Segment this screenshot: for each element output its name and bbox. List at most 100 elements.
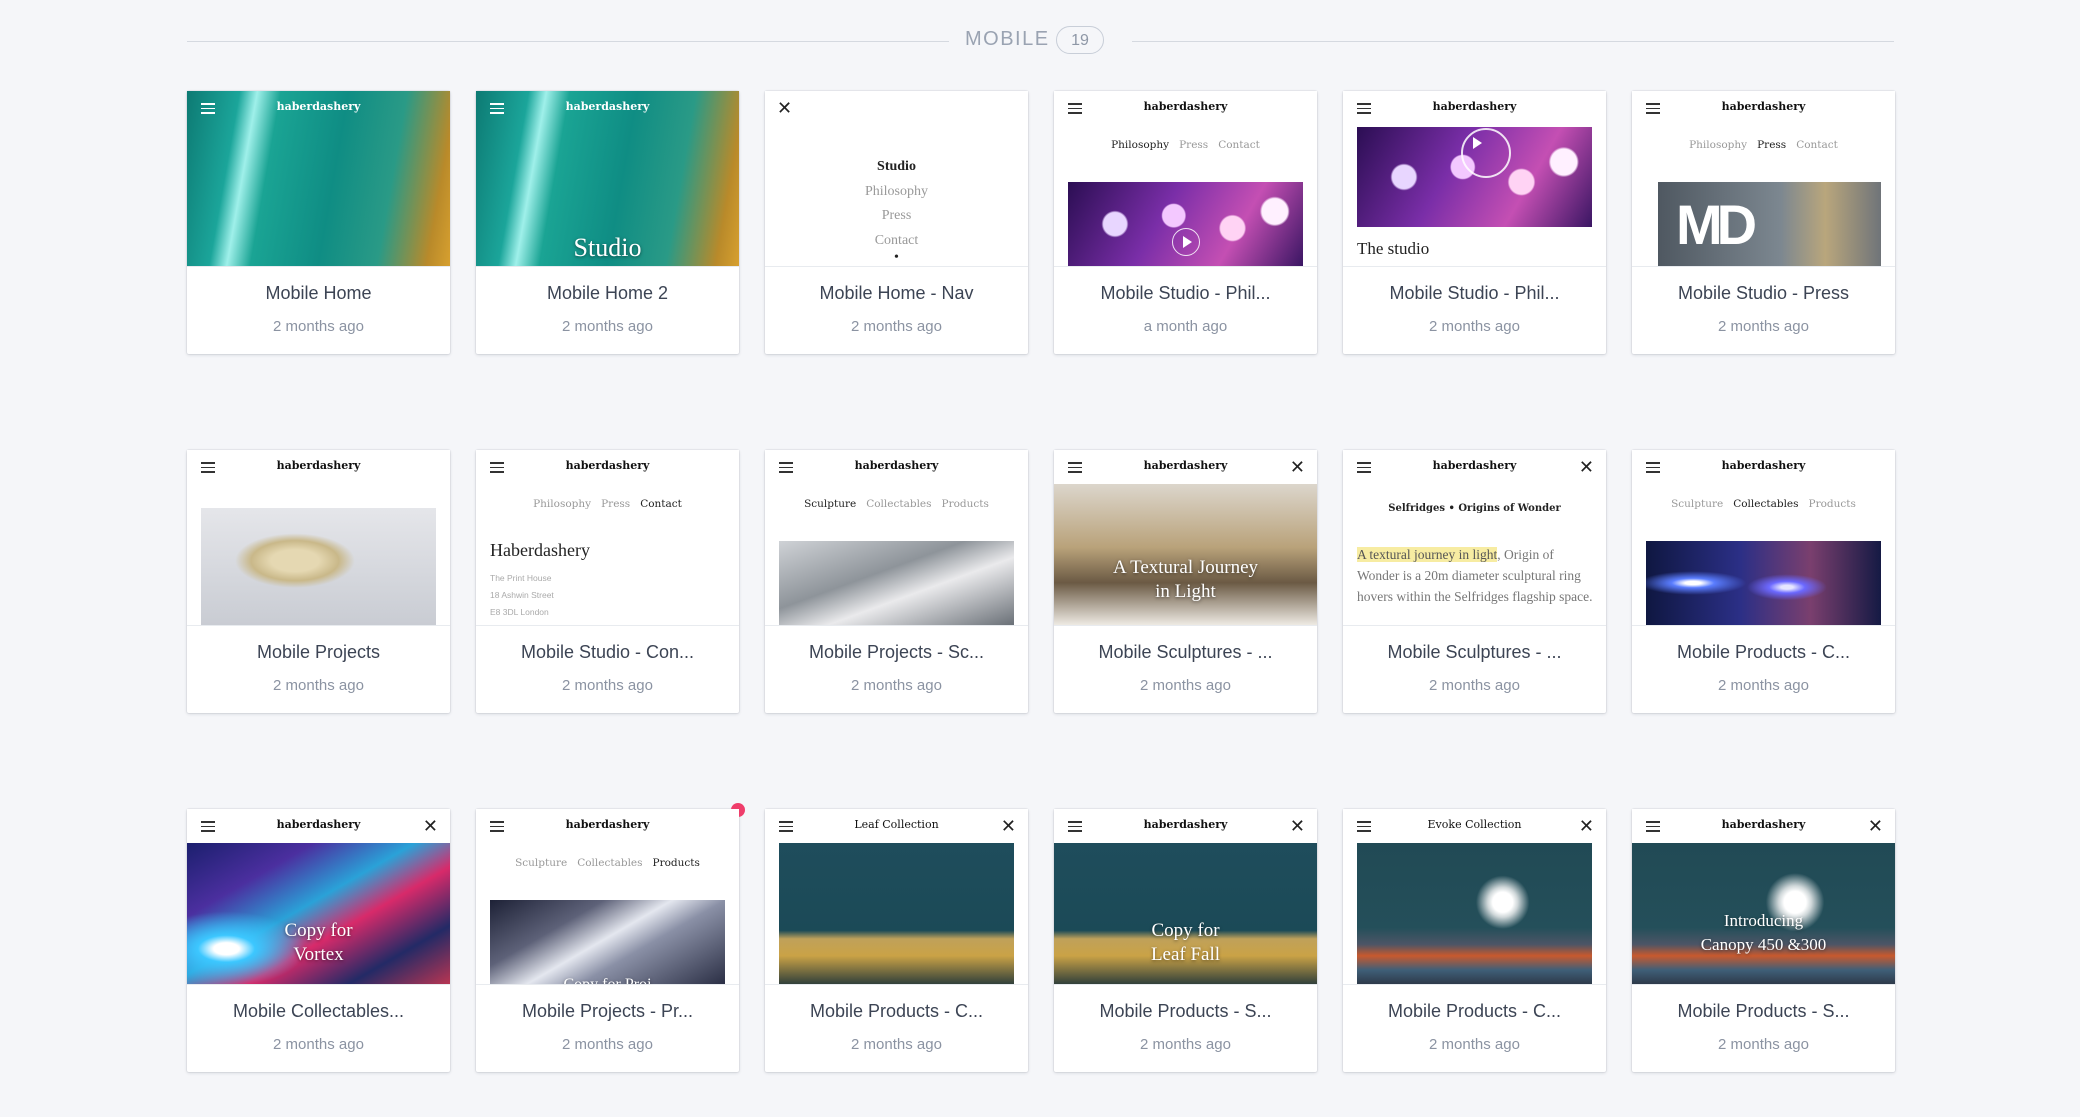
screen-card[interactable]: haberdashery Mobile Home 2 months ago	[187, 91, 450, 354]
brand-logo: haberdashery	[1721, 818, 1806, 831]
overlay-text: Studio	[573, 233, 642, 262]
sub-nav: Philosophy Press Contact	[533, 498, 682, 510]
product-image	[1646, 541, 1881, 625]
screen-thumbnail: haberdashery	[187, 91, 450, 267]
card-title: Mobile Projects	[256, 642, 381, 662]
brand-logo: haberdashery	[565, 459, 650, 472]
close-icon: ✕	[422, 816, 438, 837]
collection-title: Leaf Collection	[854, 818, 939, 831]
screen-thumbnail: haberdashery Philosophy Press Contact Habe…	[476, 450, 739, 626]
card-timestamp: 2 months ago	[1718, 1036, 1809, 1053]
screen-thumbnail: haberdashery	[187, 450, 450, 626]
card-timestamp: 2 months ago	[1429, 318, 1520, 335]
card-title: Mobile Projects - Sc...	[808, 642, 985, 662]
close-icon: ✕	[1289, 816, 1305, 837]
project-image	[201, 508, 436, 625]
screen-card[interactable]: haberdashery Mobile Projects 2 months ag…	[187, 450, 450, 713]
card-title: Mobile Products - S...	[1677, 1001, 1850, 1021]
screen-card[interactable]: haberdashery The studio Mobile Studio - …	[1343, 91, 1606, 354]
brand-logo: haberdashery	[276, 818, 361, 831]
screen-thumbnail: haberdashery ✕ Introducing Canopy 450 &30…	[1632, 809, 1895, 985]
card-title: Mobile Projects - Pr...	[521, 1001, 694, 1021]
brand-logo: haberdashery	[565, 818, 650, 831]
sub-nav: Sculpture Collectables Products	[515, 857, 700, 869]
product-image	[779, 843, 1014, 984]
article-heading: Selfridges • Origins of Wonder	[1388, 503, 1561, 514]
contact-address: The Print House 18 Ashwin Street E8 3DL Lo…	[490, 573, 554, 617]
card-title: Mobile Sculptures - ...	[1098, 642, 1273, 662]
screen-card[interactable]: haberdashery ✕ Introducing Canopy 450 &30…	[1632, 809, 1895, 1072]
card-timestamp: 2 months ago	[1429, 677, 1520, 694]
screen-card[interactable]: haberdashery Sculpture Collectables Produc…	[476, 803, 745, 1072]
screen-card[interactable]: haberdashery Sculpture Collectables Produc…	[1632, 450, 1895, 713]
card-timestamp: 2 months ago	[1718, 677, 1809, 694]
screen-thumbnail: haberdashery Philosophy Press Contact MD	[1632, 91, 1895, 267]
card-timestamp: 2 months ago	[273, 1036, 364, 1053]
brand-logo: haberdashery	[276, 100, 361, 113]
article-body: A textural journey in light, Origin of W…	[1357, 547, 1593, 604]
project-image	[779, 541, 1014, 625]
card-title: Mobile Sculptures - ...	[1387, 642, 1562, 662]
card-timestamp: 2 months ago	[851, 318, 942, 335]
screen-thumbnail: haberdashery Sculpture Collectables Produc…	[476, 809, 739, 985]
card-timestamp: 2 months ago	[1718, 318, 1809, 335]
screen-thumbnail: ✕ Studio Philosophy Press Contact •	[765, 91, 1028, 267]
card-title: Mobile Collectables...	[232, 1001, 405, 1021]
card-timestamp: 2 months ago	[1429, 1036, 1520, 1053]
nav-item: Philosophy	[864, 183, 928, 199]
screen-thumbnail: haberdashery ✕ A Textural Journey in Ligh…	[1054, 450, 1317, 626]
nav-menu: Studio Philosophy Press Contact •	[765, 155, 1028, 265]
sub-nav: Sculpture Collectables Products	[1671, 498, 1856, 510]
close-icon: ✕	[1000, 816, 1016, 837]
card-title: Mobile Home - Nav	[819, 283, 974, 303]
collection-title: Evoke Collection	[1427, 818, 1522, 831]
close-icon: ✕	[777, 98, 793, 119]
card-title: Mobile Studio - Phil...	[1389, 283, 1560, 303]
close-icon: ✕	[1289, 457, 1305, 478]
brand-logo: haberdashery	[1432, 100, 1517, 113]
screen-card[interactable]: haberdashery Philosophy Press Contact Mobi…	[1054, 91, 1317, 354]
divider-right	[1132, 41, 1894, 42]
divider-left	[187, 41, 949, 42]
screen-card[interactable]: haberdashery ✕ Copy for Leaf Fall Mobile …	[1054, 809, 1317, 1072]
overlay-text: Copy for Vortex	[284, 920, 353, 965]
section-count-badge: 19	[1056, 26, 1104, 54]
card-timestamp: 2 months ago	[1140, 1036, 1231, 1053]
card-title: Mobile Products - C...	[1676, 642, 1851, 662]
close-icon: ✕	[1867, 816, 1883, 837]
card-timestamp: 2 months ago	[1140, 677, 1231, 694]
card-title: Mobile Studio - Phil...	[1100, 283, 1271, 303]
screen-card[interactable]: haberdashery ✕ A Textural Journey in Ligh…	[1054, 450, 1317, 713]
card-timestamp: 2 months ago	[273, 677, 364, 694]
screen-card[interactable]: Leaf Collection ✕ Mobile Products - C...…	[765, 809, 1028, 1072]
screen-card[interactable]: haberdashery Sculpture Collectables Produc…	[765, 450, 1028, 713]
close-icon: ✕	[1578, 457, 1594, 478]
card-title: Mobile Products - C...	[1387, 1001, 1562, 1021]
screen-card[interactable]: haberdashery Philosophy Press Contact Habe…	[476, 450, 739, 713]
screen-card[interactable]: haberdashery ✕ Selfridges • Origins of W…	[1343, 450, 1606, 713]
screen-thumbnail: Leaf Collection ✕	[765, 809, 1028, 985]
brand-logo: haberdashery	[1143, 100, 1228, 113]
screen-thumbnail: haberdashery Philosophy Press Contact	[1054, 91, 1317, 267]
screen-card[interactable]: Evoke Collection ✕ Mobile Products - C..…	[1343, 809, 1606, 1072]
screen-card[interactable]: ✕ Studio Philosophy Press Contact • Mobi…	[765, 91, 1028, 354]
brand-logo: haberdashery	[1721, 100, 1806, 113]
card-title: Mobile Products - S...	[1099, 1001, 1272, 1021]
screen-thumbnail: haberdashery Sculpture Collectables Produc…	[1632, 450, 1895, 626]
card-timestamp: a month ago	[1143, 318, 1228, 335]
contact-heading: Haberdashery	[490, 540, 590, 560]
card-timestamp: 2 months ago	[562, 1036, 653, 1053]
page-heading: The studio	[1357, 239, 1430, 258]
overlay-text: Copy for Proj	[563, 976, 652, 985]
press-image: MD	[1658, 182, 1881, 266]
overlay-text: Introducing Canopy 450 &300	[1700, 911, 1827, 954]
screen-card[interactable]: haberdashery Studio Mobile Home 2 2 mont…	[476, 91, 739, 354]
md-logo: MD	[1676, 193, 1757, 256]
brand-logo: haberdashery	[565, 100, 650, 113]
card-timestamp: 2 months ago	[562, 677, 653, 694]
screen-card[interactable]: haberdashery ✕ Copy for Vortex Mobile Col…	[187, 809, 450, 1072]
sub-nav: Philosophy Press Contact	[1111, 139, 1260, 151]
screen-card[interactable]: haberdashery Philosophy Press Contact MD M…	[1632, 91, 1895, 354]
screen-thumbnail: haberdashery ✕ Copy for Leaf Fall	[1054, 809, 1317, 985]
brand-logo: haberdashery	[1721, 459, 1806, 472]
